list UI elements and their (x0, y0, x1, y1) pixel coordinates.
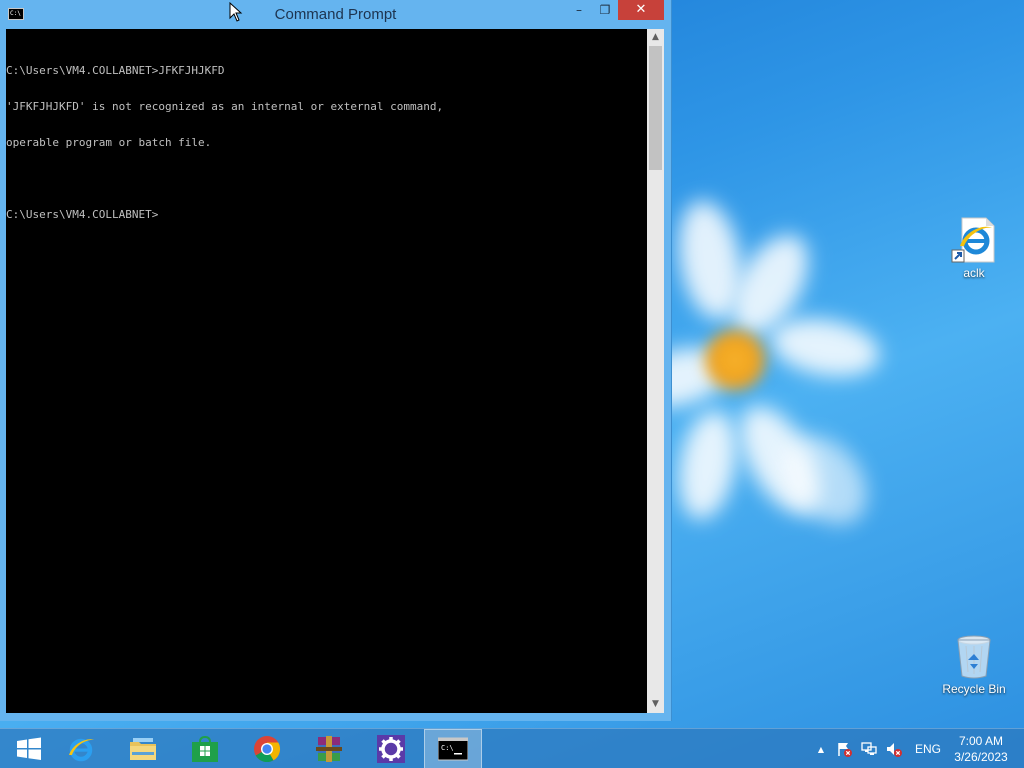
mouse-cursor-icon (229, 1, 243, 22)
desktop-icon-label: Recycle Bin (942, 682, 1006, 696)
desktop: aclk Recycle Bin C:\ Command Prompt – ❐ … (0, 0, 1024, 768)
desktop-icon-label: aclk (963, 266, 985, 280)
winrar-icon (314, 734, 344, 764)
internet-explorer-shortcut-icon (950, 216, 998, 264)
close-button[interactable]: ✕ (618, 0, 664, 20)
vertical-scrollbar[interactable]: ▲ ▼ (647, 29, 664, 713)
gear-icon (376, 734, 406, 764)
start-button[interactable] (0, 729, 58, 768)
taskbar-internet-explorer[interactable] (52, 729, 110, 768)
volume-muted-icon[interactable] (886, 741, 902, 757)
internet-explorer-icon (66, 734, 96, 764)
windows-logo-icon (14, 734, 44, 764)
taskbar-settings[interactable] (362, 729, 420, 768)
network-icon[interactable] (861, 741, 877, 757)
recycle-bin-icon (950, 632, 998, 680)
minimize-button[interactable]: – (566, 0, 592, 20)
console-line: C:\Users\VM4.COLLABNET>JFKFJHJKFD (6, 64, 225, 77)
clock-date: 3/26/2023 (954, 750, 1008, 764)
folder-icon (128, 734, 158, 764)
input-language-indicator[interactable]: ENG (915, 742, 941, 756)
taskbar-file-explorer[interactable] (114, 729, 172, 768)
action-center-flag-icon[interactable] (836, 741, 852, 757)
show-hidden-icons-chevron-icon[interactable]: ▲ (815, 742, 827, 758)
title-bar[interactable]: C:\ Command Prompt – ❐ ✕ (0, 0, 671, 29)
taskbar-winrar[interactable] (300, 729, 358, 768)
scrollbar-thumb[interactable] (649, 46, 662, 170)
console-output[interactable]: C:\Users\VM4.COLLABNET>JFKFJHJKFD 'JFKFJ… (6, 29, 647, 713)
taskbar-store[interactable] (176, 729, 234, 768)
svg-text:C:\: C:\ (441, 744, 454, 752)
chrome-icon (252, 734, 282, 764)
restore-button[interactable]: ❐ (592, 0, 618, 20)
console-line: operable program or batch file. (6, 136, 212, 149)
scroll-up-button[interactable]: ▲ (647, 29, 664, 46)
terminal-icon: C:\ (437, 734, 469, 764)
wallpaper-flower (624, 195, 920, 560)
taskbar-chrome[interactable] (238, 729, 296, 768)
console-prompt-line: C:\Users\VM4.COLLABNET> (6, 208, 159, 221)
command-prompt-window[interactable]: C:\ Command Prompt – ❐ ✕ C:\Users\VM4.CO… (0, 0, 671, 721)
clock-time: 7:00 AM (958, 734, 1004, 748)
desktop-icon-aclk[interactable]: aclk (936, 216, 1012, 280)
scroll-down-button[interactable]: ▼ (647, 696, 664, 713)
desktop-icon-recycle-bin[interactable]: Recycle Bin (936, 632, 1012, 696)
taskbar: C:\ ▲ ENG 7:00 AM 3/26/2023 (0, 728, 1024, 768)
store-icon (190, 734, 220, 764)
console-line: 'JFKFJHJKFD' is not recognized as an int… (6, 100, 444, 113)
clock[interactable]: 7:00 AM 3/26/2023 (950, 733, 1012, 765)
taskbar-command-prompt[interactable]: C:\ (424, 729, 482, 768)
